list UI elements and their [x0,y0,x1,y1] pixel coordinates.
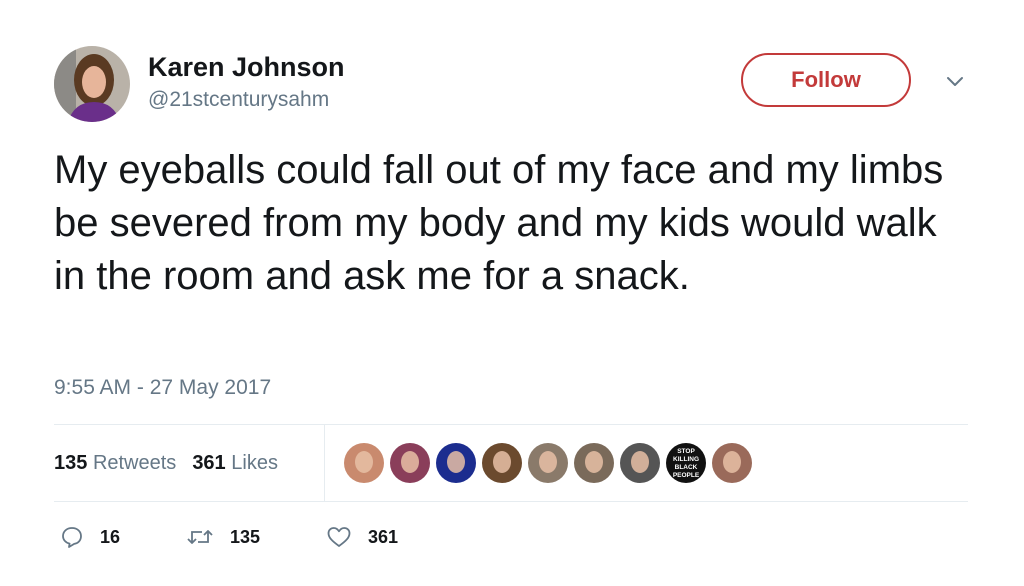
retweet-count: 135 [230,526,261,547]
likes-count: 361 [192,452,226,474]
svg-text:STOP: STOP [677,448,695,455]
divider [54,501,968,502]
like-count: 361 [368,526,399,547]
like-button[interactable]: 361 [326,525,398,549]
author-avatar[interactable] [54,46,130,122]
likes-stat[interactable]: 361 Likes [192,452,278,475]
liker-avatar-1[interactable] [344,443,384,483]
svg-text:KILLING: KILLING [673,456,699,463]
retweet-button[interactable]: 135 [186,525,326,549]
liker-avatar-2[interactable] [390,443,430,483]
liker-avatar-3[interactable] [436,443,476,483]
tweet-timestamp[interactable]: 9:55 AM - 27 May 2017 [54,376,271,400]
retweet-icon [186,525,214,549]
stats-divider [324,425,325,501]
liker-avatar-8[interactable]: STOP KILLING BLACK PEOPLE [666,443,706,483]
reply-count: 16 [100,526,121,547]
liker-avatar-4[interactable] [482,443,522,483]
divider [54,424,968,425]
author-name[interactable]: Karen Johnson [148,52,345,83]
liker-avatar-7[interactable] [620,443,660,483]
retweets-count: 135 [54,452,88,474]
liker-avatar-5[interactable] [528,443,568,483]
liker-avatars: STOP KILLING BLACK PEOPLE [344,443,752,483]
tweet-actions: 16 135 361 [60,525,398,549]
liker-avatar-9[interactable] [712,443,752,483]
heart-icon [326,525,352,549]
retweets-stat[interactable]: 135 Retweets [54,452,176,475]
tweet-stats: 135 Retweets 361 Likes [54,452,278,475]
retweets-label: Retweets [92,452,177,474]
tweet-text: My eyeballs could fall out of my face an… [54,148,944,298]
svg-text:PEOPLE: PEOPLE [673,472,700,479]
chevron-down-icon[interactable] [944,70,966,92]
follow-button[interactable]: Follow [741,53,911,107]
reply-icon [60,525,84,549]
svg-text:BLACK: BLACK [675,464,698,471]
reply-button[interactable]: 16 [60,525,186,549]
author-handle[interactable]: @21stcenturysahm [148,88,329,112]
liker-avatar-6[interactable] [574,443,614,483]
likes-label: Likes [231,452,278,474]
